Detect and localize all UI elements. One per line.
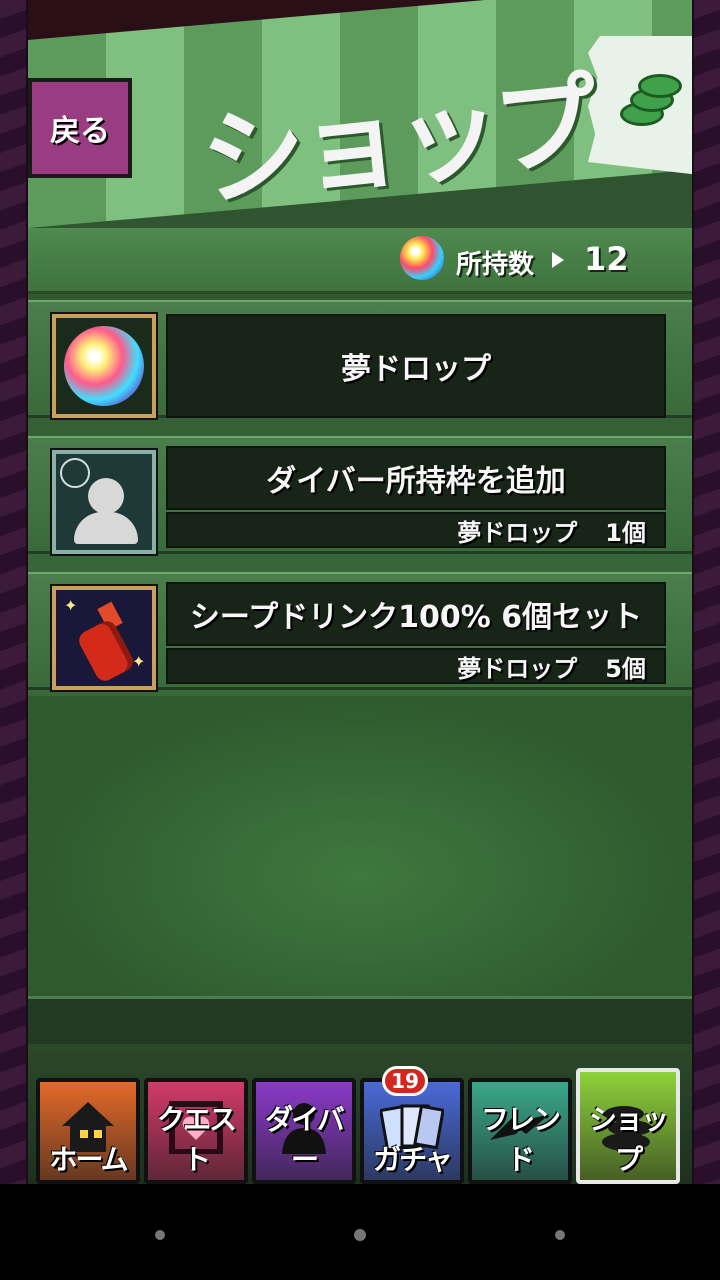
user-slot-icon [88, 478, 124, 514]
currency-count: 12 [584, 240, 629, 278]
gacha-badge-count: 19 [382, 1066, 428, 1096]
item-thumbnail: ✦ ✦ [52, 586, 156, 690]
nav-tab-shop[interactable]: ショップ [576, 1068, 680, 1184]
nav-tab-label: クエスト [156, 1103, 237, 1176]
price-currency: 夢ドロップ [457, 654, 578, 683]
currency-label: 所持数 [456, 250, 535, 280]
item-name: ダイバー所持枠を追加 [266, 464, 566, 499]
system-home-dot[interactable] [354, 1229, 366, 1241]
item-name: 夢ドロップ [341, 352, 491, 387]
nav-tab-label: フレンド [480, 1103, 561, 1176]
item-price: 夢ドロップ 5個 [457, 650, 646, 683]
sparkle-icon: ✦ [132, 652, 146, 671]
item-price-panel: 夢ドロップ 1個 [166, 512, 666, 548]
nav-tab-quest[interactable]: クエスト [144, 1078, 248, 1184]
item-name-panel: シープドリンク100% 6個セット [166, 582, 666, 646]
shop-screen: ショップ 戻る 所持数 12 夢ドロップ ダイバー所持枠を追加 夢ドロップ 1個 [28, 0, 692, 1184]
item-name-panel: 夢ドロップ [166, 314, 666, 418]
right-frame [692, 0, 720, 1184]
item-thumbnail [52, 314, 156, 418]
nav-tab-friend[interactable]: フレンド [468, 1078, 572, 1184]
nav-tab-label: ダイバー [265, 1103, 344, 1176]
price-amount: 1個 [605, 518, 646, 547]
back-button-label: 戻る [50, 114, 110, 149]
price-currency: 夢ドロップ [457, 518, 578, 547]
nav-tab-diver[interactable]: ダイバー [252, 1078, 356, 1184]
dream-drop-orb-icon [400, 236, 444, 280]
nav-tab-label: ショップ [588, 1103, 669, 1176]
circle-outline-icon [60, 458, 90, 488]
left-frame [0, 0, 28, 1184]
footer-strip [28, 996, 692, 1044]
sheep-drink-bottle-icon [75, 617, 137, 685]
shop-item-diver-slot[interactable]: ダイバー所持枠を追加 夢ドロップ 1個 [28, 436, 692, 554]
sparkle-icon: ✦ [64, 596, 78, 615]
nav-tab-label: ガチャ [373, 1143, 453, 1176]
triangle-right-icon [552, 252, 564, 268]
back-button[interactable]: 戻る [28, 78, 132, 178]
item-thumbnail [52, 450, 156, 554]
shop-item-sheep-drink[interactable]: ✦ ✦ シープドリンク100% 6個セット 夢ドロップ 5個 [28, 572, 692, 690]
bottom-nav: ホーム クエスト ダイバー ガチャ フレンド ショップ [36, 1068, 684, 1184]
price-amount: 5個 [605, 654, 646, 683]
item-name-panel: ダイバー所持枠を追加 [166, 446, 666, 510]
item-price-panel: 夢ドロップ 5個 [166, 648, 666, 684]
coins-icon [616, 74, 686, 130]
system-back-dot[interactable] [155, 1230, 165, 1240]
dream-drop-orb-icon [64, 326, 144, 406]
nav-tab-home[interactable]: ホーム [36, 1078, 140, 1184]
nav-tab-label: ホーム [49, 1143, 128, 1176]
background-illustration [28, 696, 692, 996]
system-recent-dot[interactable] [555, 1230, 565, 1240]
shop-item-dream-drop[interactable]: 夢ドロップ [28, 300, 692, 418]
item-name: シープドリンク100% 6個セット [189, 600, 643, 635]
item-price: 夢ドロップ 1個 [457, 514, 646, 547]
